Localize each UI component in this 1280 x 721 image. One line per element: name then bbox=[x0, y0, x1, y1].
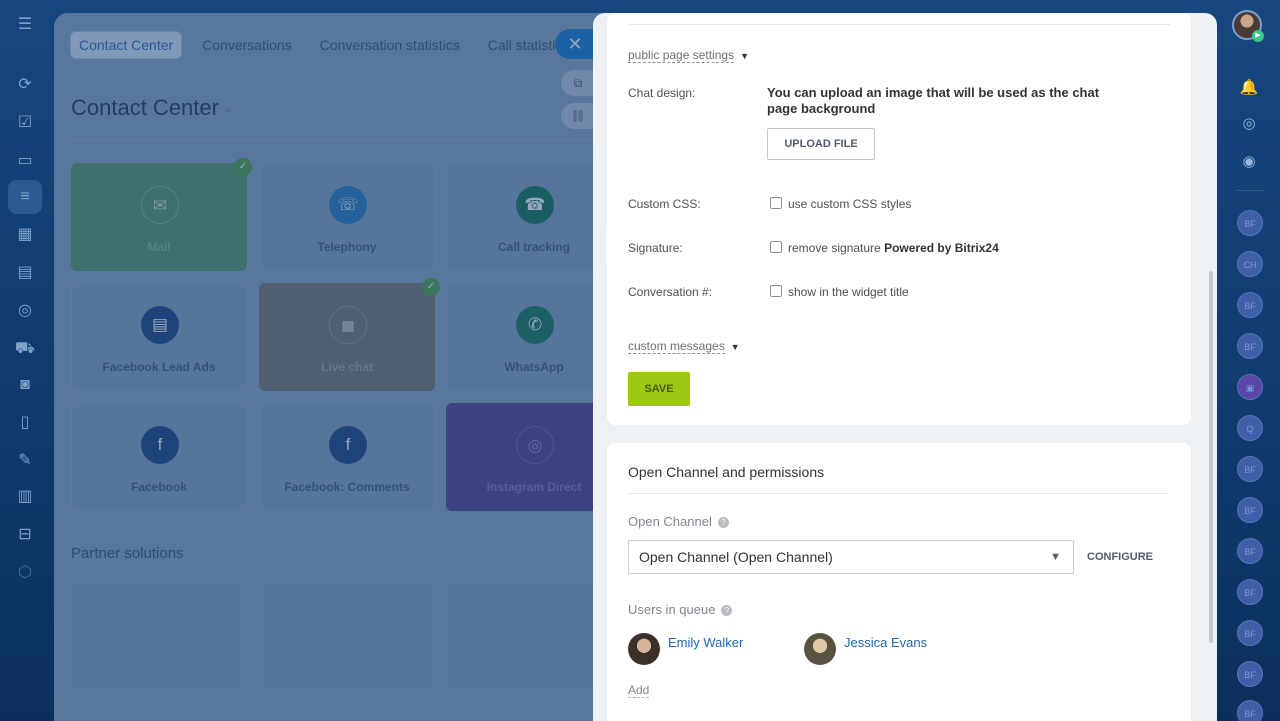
play-icon: ▶ bbox=[1252, 30, 1264, 42]
chat-design-label: Chat design: bbox=[628, 86, 696, 100]
sidebar-divider bbox=[1236, 190, 1264, 191]
dim-overlay bbox=[54, 13, 614, 721]
cart-icon[interactable]: ⛟ bbox=[14, 338, 36, 360]
box-icon[interactable]: ⬡ bbox=[14, 562, 36, 584]
contact-avatar[interactable]: BF bbox=[1237, 661, 1263, 687]
contact-avatar[interactable]: ▣ bbox=[1237, 374, 1263, 400]
open-channel-select[interactable]: Open Channel (Open Channel) ▼ bbox=[628, 540, 1074, 574]
custom-messages-toggle[interactable]: custom messages ▼ bbox=[628, 337, 740, 355]
card-divider bbox=[628, 24, 1170, 25]
public-page-settings-card: public page settings ▼ Chat design: You c… bbox=[607, 13, 1191, 425]
user-name-link[interactable]: Jessica Evans bbox=[844, 635, 927, 650]
contact-avatar[interactable]: BF bbox=[1237, 333, 1263, 359]
contact-avatar[interactable]: BF bbox=[1237, 620, 1263, 646]
chevron-down-icon: ▼ bbox=[1050, 551, 1061, 563]
calendar-icon[interactable]: ▦ bbox=[14, 224, 36, 246]
signature-text: remove signature bbox=[788, 241, 881, 255]
contact-avatar[interactable]: BF bbox=[1237, 210, 1263, 236]
public-page-settings-label: public page settings bbox=[628, 48, 735, 63]
custom-css-label: Custom CSS: bbox=[628, 197, 701, 211]
left-sidebar: ☰ ⟳ ☑ ▭ ≡ ▦ ▤ ◎ ⛟ ◙ ▯ ✎ ▥ ⊟ ⬡ bbox=[0, 0, 52, 721]
settings-slider: public page settings ▼ Chat design: You c… bbox=[593, 13, 1217, 721]
save-button[interactable]: SAVE bbox=[628, 372, 690, 406]
bell-icon[interactable]: 🔔 bbox=[1235, 74, 1263, 102]
chat-icon[interactable]: ▭ bbox=[14, 150, 36, 172]
copilot-icon[interactable]: ◎ bbox=[1235, 110, 1263, 138]
right-sidebar: ▶ 🔔 ◎ ◉ BF CH BF BF ▣ Q BF BF BF BF BF B… bbox=[1218, 0, 1280, 721]
open-channel-label: Open Channel? bbox=[628, 514, 729, 529]
scrollbar[interactable] bbox=[1209, 271, 1213, 643]
doc-icon[interactable]: ▯ bbox=[14, 412, 36, 434]
conversation-number-label: Conversation #: bbox=[628, 285, 713, 299]
signature-label: Signature: bbox=[628, 241, 683, 255]
open-channel-label-text: Open Channel bbox=[628, 514, 712, 529]
public-page-settings-toggle[interactable]: public page settings ▼ bbox=[628, 46, 749, 64]
avatar bbox=[804, 633, 836, 665]
analytics-icon[interactable]: ▥ bbox=[14, 486, 36, 508]
open-channel-value: Open Channel (Open Channel) bbox=[639, 549, 833, 565]
upload-file-button[interactable]: UPLOAD FILE bbox=[767, 128, 875, 160]
powered-by-text: Powered by Bitrix24 bbox=[884, 241, 999, 255]
custom-messages-label: custom messages bbox=[628, 339, 725, 354]
sign-icon[interactable]: ✎ bbox=[14, 450, 36, 472]
chat-design-text: You can upload an image that will be use… bbox=[767, 85, 1100, 116]
contact-center-workspace: Contact Center Conversations Conversatio… bbox=[54, 13, 614, 721]
users-in-queue-label: Users in queue? bbox=[628, 602, 733, 617]
target-icon[interactable]: ◎ bbox=[14, 300, 36, 322]
contact-avatar[interactable]: Q bbox=[1237, 415, 1263, 441]
open-channel-permissions-card bbox=[607, 443, 1191, 721]
flow-icon[interactable]: ⟳ bbox=[14, 74, 36, 96]
contact-avatar[interactable]: CH bbox=[1237, 251, 1263, 277]
conversation-number-checkbox[interactable] bbox=[770, 285, 782, 297]
help-icon[interactable]: ? bbox=[717, 517, 729, 528]
conversation-number-checkbox-label: show in the widget title bbox=[788, 285, 909, 299]
custom-css-checkbox-label: use custom CSS styles bbox=[788, 197, 912, 211]
contact-avatar[interactable]: BF bbox=[1237, 700, 1263, 721]
caret-down-icon: ▼ bbox=[740, 51, 749, 61]
permissions-title: Open Channel and permissions bbox=[628, 464, 825, 480]
remove-signature-checkbox[interactable] bbox=[770, 241, 782, 253]
configure-button[interactable]: CONFIGURE bbox=[1087, 551, 1153, 563]
custom-css-checkbox[interactable] bbox=[770, 197, 782, 209]
drive-icon[interactable]: ▤ bbox=[14, 262, 36, 284]
add-user-link[interactable]: Add bbox=[628, 683, 650, 698]
user-name-link[interactable]: Emily Walker bbox=[668, 635, 743, 650]
users-in-queue-text: Users in queue bbox=[628, 602, 716, 617]
contact-avatar[interactable]: BF bbox=[1237, 579, 1263, 605]
chat-search-icon[interactable]: ◉ bbox=[1235, 148, 1263, 176]
avatar bbox=[628, 633, 660, 665]
tasks-icon[interactable]: ☑ bbox=[14, 112, 36, 134]
menu-icon[interactable]: ☰ bbox=[14, 14, 36, 36]
robot-icon[interactable]: ◙ bbox=[14, 374, 36, 396]
contact-avatar[interactable]: BF bbox=[1237, 497, 1263, 523]
inbox-icon[interactable]: ⊟ bbox=[14, 524, 36, 546]
caret-down-icon: ▼ bbox=[730, 342, 740, 352]
current-user-avatar[interactable]: ▶ bbox=[1232, 10, 1264, 42]
help-icon[interactable]: ? bbox=[721, 605, 733, 616]
contact-avatar[interactable]: BF bbox=[1237, 456, 1263, 482]
remove-signature-checkbox-label: remove signature Powered by Bitrix24 bbox=[788, 241, 999, 255]
contact-avatar[interactable]: BF bbox=[1237, 292, 1263, 318]
contact-center-icon[interactable]: ≡ bbox=[8, 180, 42, 214]
permissions-divider bbox=[628, 493, 1168, 494]
contact-avatar[interactable]: BF bbox=[1237, 538, 1263, 564]
